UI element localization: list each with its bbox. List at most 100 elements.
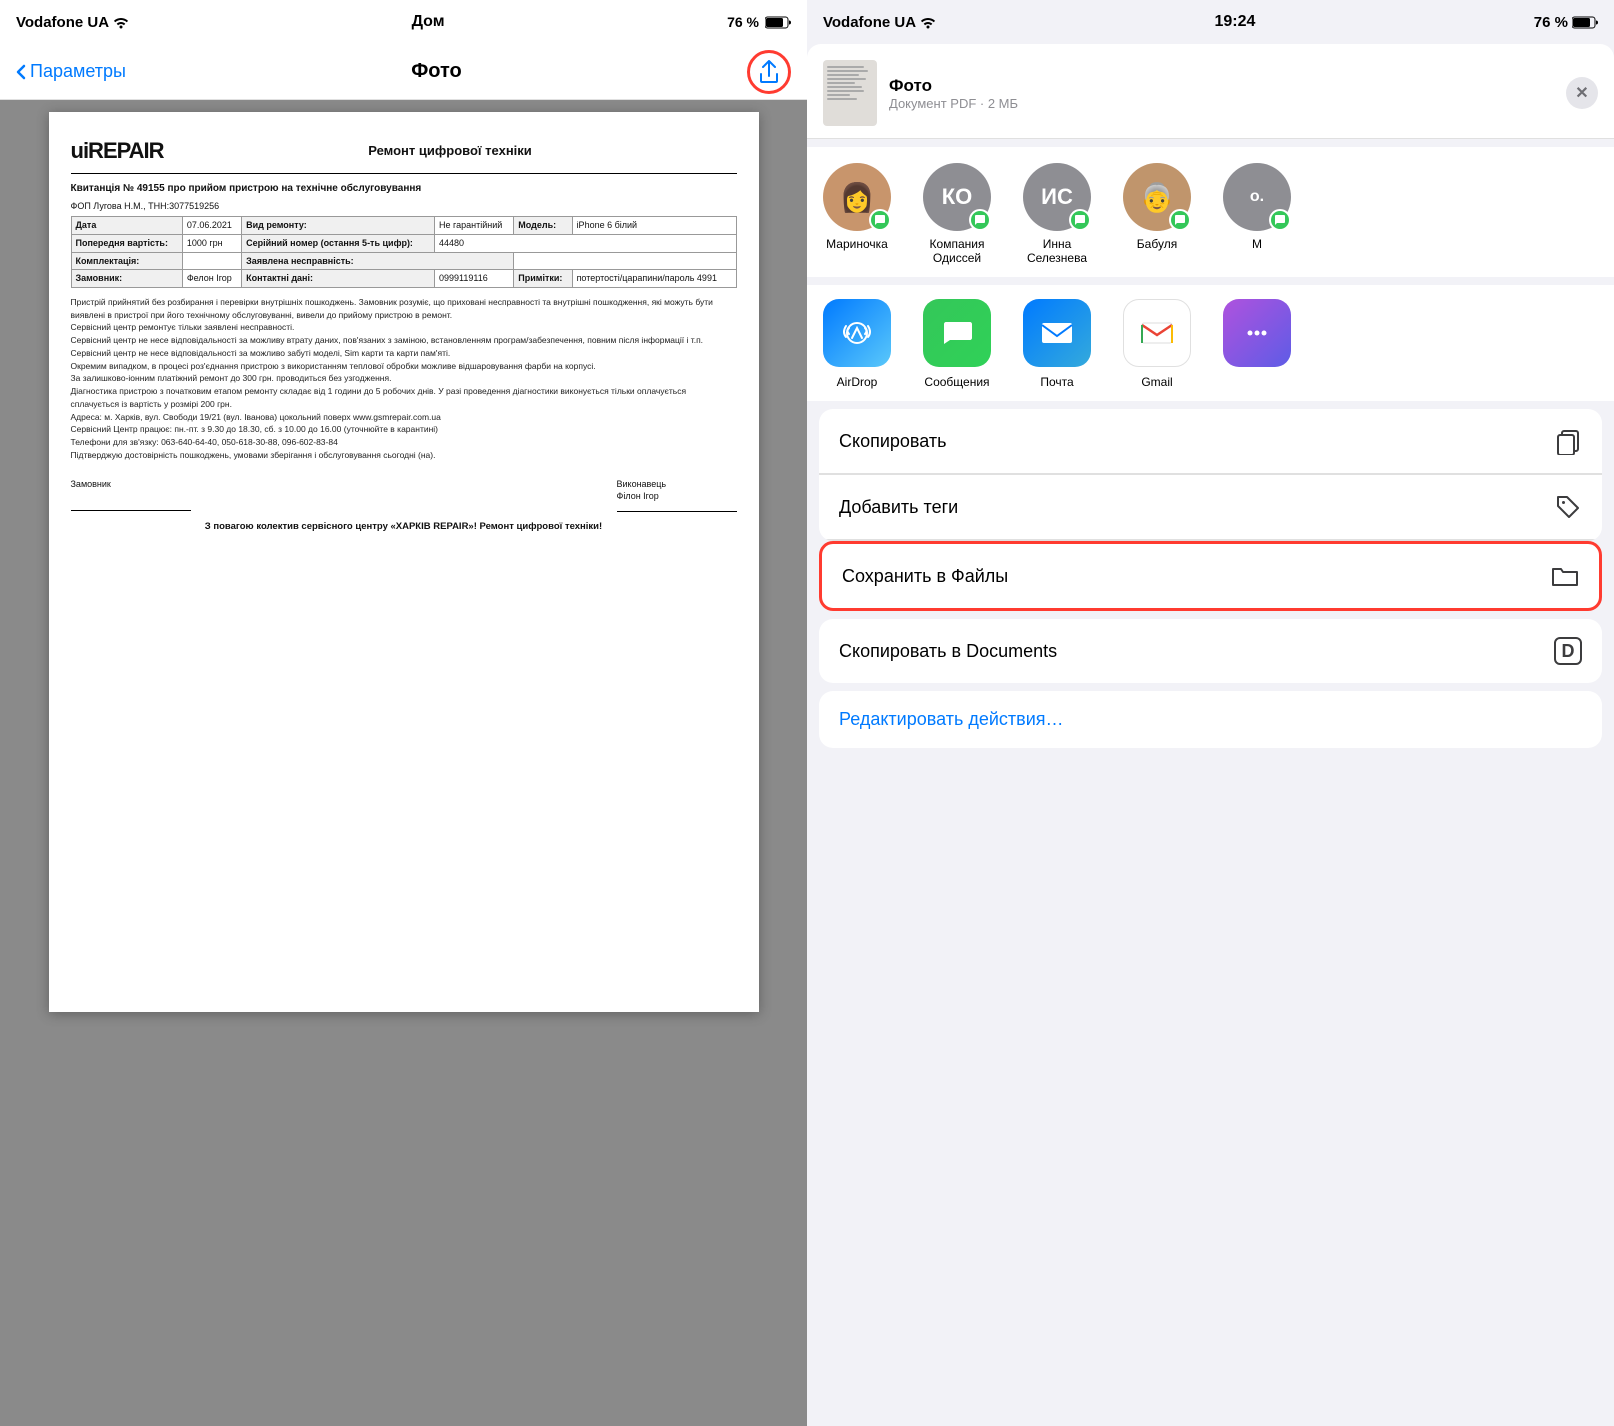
action-tags-label: Добавить теги [839,497,958,518]
doc-container: uiREPAIR Ремонт цифрової техніки Квитанц… [0,100,807,1426]
doc-client-name-value: Фелон Ігор [182,270,241,288]
app-icon-more2 [1223,299,1291,367]
app-item-mail[interactable]: Почта [1007,299,1107,389]
share-doc-info: Фото Документ PDF · 2 МБ [889,76,1554,111]
message-icon-is [1074,214,1086,226]
right-wifi-icon [920,15,936,29]
contact-item-marinocka[interactable]: 👩 Мариночка [807,163,907,265]
share-doc-meta: Документ PDF · 2 МБ [889,96,1554,111]
contact-item-kompaniya[interactable]: КО Компания Одиссей [907,163,1007,265]
message-icon [874,214,886,226]
doc-signature-left: Замовник [71,478,191,512]
doc-receipt-title: Квитанція № 49155 про прийом пристрою на… [71,182,737,196]
left-nav-bar: Параметры Фото [0,44,807,100]
mail-icon [1038,314,1076,352]
left-battery-icon [765,16,791,29]
right-panel: Vodafone UA 19:24 76 % [807,0,1614,1426]
doc-repair-type-value: Не гарантійний [435,217,514,235]
more-apps-icon [1243,319,1271,347]
contact-badge-marinocka [869,209,891,231]
right-status-bar: Vodafone UA 19:24 76 % [807,0,1614,44]
airdrop-icon [838,314,876,352]
action-copy-docs[interactable]: Скопировать в Documents D [819,619,1602,683]
app-icon-gmail [1123,299,1191,367]
contact-item-babulya[interactable]: 👵 Бабуля [1107,163,1207,265]
contact-badge-kompaniya [969,209,991,231]
app-icon-mail [1023,299,1091,367]
doc-contact-label: Контактні дані: [242,270,435,288]
tag-icon [1554,493,1582,521]
edit-actions-button[interactable]: Редактировать действия… [819,691,1602,748]
contact-badge-babulya [1169,209,1191,231]
action-tags[interactable]: Добавить теги [819,475,1602,540]
app-item-more2[interactable] [1207,299,1307,389]
back-chevron-icon [16,64,26,80]
action-list: Скопировать Добавить теги [819,409,1602,541]
app-item-airdrop[interactable]: AirDrop [807,299,907,389]
message-icon-babulya [1174,214,1186,226]
share-doc-name: Фото [889,76,1554,96]
app-item-messages[interactable]: Сообщения [907,299,1007,389]
left-carrier: Vodafone UA [16,14,109,31]
contact-item-more[interactable]: о. М [1207,163,1307,265]
app-name-gmail: Gmail [1141,375,1172,389]
action-copy[interactable]: Скопировать [819,409,1602,474]
right-status-right: 76 % [1534,14,1598,31]
app-icon-messages [923,299,991,367]
documents-d-icon: D [1554,637,1582,665]
doc-repair-type-label: Вид ремонту: [242,217,435,235]
doc-serial-label: Серійний номер (остання 5-ть цифр): [242,234,435,252]
share-header: Фото Документ PDF · 2 МБ ✕ [807,44,1614,139]
folder-icon [1551,562,1579,590]
doc-client-name-label: Замовник: [71,270,182,288]
right-carrier: Vodafone UA [823,14,916,31]
action-save-files-container: Сохранить в Файлы [819,541,1602,611]
action-save-files[interactable]: Сохранить в Файлы [822,544,1599,608]
share-button[interactable] [747,50,791,94]
contact-avatar-more: о. [1223,163,1291,231]
doc-page: uiREPAIR Ремонт цифрової техніки Квитанц… [49,112,759,1012]
doc-serial-value: 44480 [435,234,736,252]
doc-signatures: Замовник Виконавець Філон Ігор [71,478,737,512]
right-battery-pct: 76 % [1534,14,1568,31]
doc-body-text: Пристрій прийнятий без розбирання і пере… [71,296,737,462]
doc-client-line: ФОП Лугова Н.М., ТНН:3077519256 [71,200,737,213]
action-copy-docs-label: Скопировать в Documents [839,641,1057,662]
left-status-right: 76 % [727,14,791,30]
app-name-airdrop: AirDrop [837,375,878,389]
documents-icon: D [1554,637,1582,665]
contact-avatar-marinocka: 👩 [823,163,891,231]
doc-signature-right: Виконавець Філон Ігор [617,478,737,512]
contact-avatar-kompaniya: КО [923,163,991,231]
app-icon-airdrop [823,299,891,367]
right-battery-icon [1572,16,1598,29]
app-item-gmail[interactable]: Gmail [1107,299,1207,389]
message-icon-ko [974,214,986,226]
right-status-time: 19:24 [1214,13,1255,31]
gmail-icon [1138,314,1176,352]
doc-title: Ремонт цифрової техніки [176,142,725,160]
contact-item-inna[interactable]: ИС Инна Селезнева [1007,163,1107,265]
copy-icon [1554,427,1582,455]
doc-sign-label-1: Замовник [71,478,191,491]
left-nav-title: Фото [411,60,462,83]
folder-icon-svg [1551,564,1579,588]
share-icon [758,60,780,84]
doc-model-value: iPhone 6 білий [572,217,736,235]
share-close-button[interactable]: ✕ [1566,77,1598,109]
doc-notes-label: Примітки: [514,270,572,288]
contact-badge-inna [1069,209,1091,231]
message-icon-more [1274,214,1286,226]
share-doc-thumb [823,60,877,126]
contact-badge-more [1269,209,1291,231]
left-battery-pct: 76 % [727,14,759,30]
doc-date-label: Дата [71,217,182,235]
doc-header: uiREPAIR Ремонт цифрової техніки [71,136,737,174]
contacts-row: 👩 Мариночка КО Компания Одиссей [807,147,1614,277]
left-status-center: Дом [412,13,445,31]
doc-table-main: Дата 07.06.2021 Вид ремонту: Не гарантій… [71,216,737,287]
contact-name-inna: Инна Селезнева [1012,237,1102,265]
back-button[interactable]: Параметры [16,61,126,82]
doc-prev-cost-value: 1000 грн [182,234,241,252]
doc-contact-value: 0999119116 [435,270,514,288]
